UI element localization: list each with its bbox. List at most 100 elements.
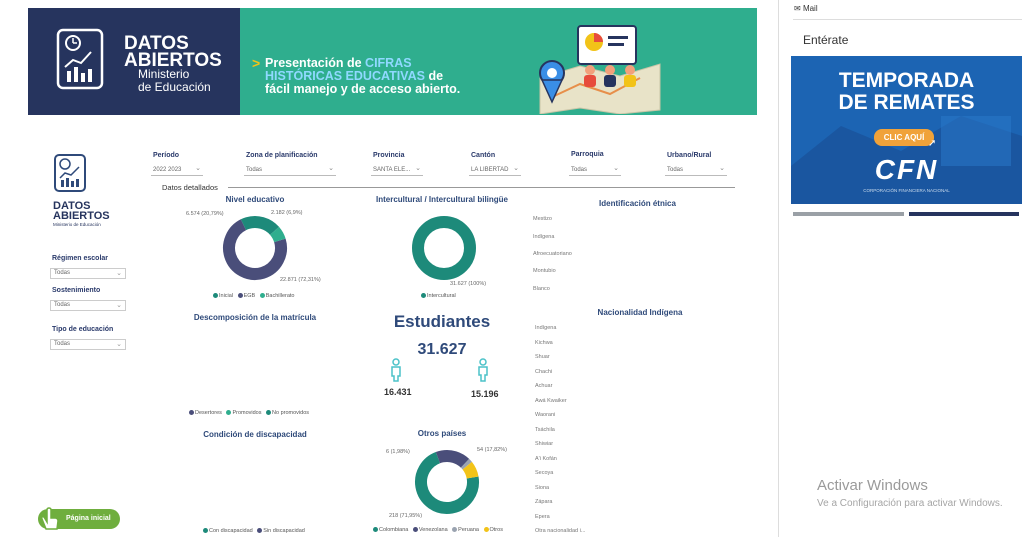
chevron-right-icon: > bbox=[252, 55, 261, 71]
chevron-down-icon: ⌄ bbox=[719, 165, 725, 172]
hand-pointer-icon bbox=[41, 507, 59, 530]
chevron-down-icon: ⌄ bbox=[415, 165, 421, 172]
side-logo-title-2: ABIERTOS bbox=[53, 210, 110, 222]
filter-parroquia-label: Parroquia bbox=[571, 151, 604, 158]
legend-dot-icon bbox=[412, 527, 418, 533]
intercultural-donut-chart bbox=[412, 216, 476, 280]
nivel-donut-chart bbox=[223, 216, 287, 280]
nacionalidad-item: Secoya bbox=[535, 470, 554, 476]
nacionalidad-item: Tsáchila bbox=[535, 426, 555, 433]
ad-cta-button[interactable]: CLIC AQUÍ bbox=[874, 129, 934, 146]
chevron-down-icon: ⌄ bbox=[116, 302, 122, 309]
ad-caption: CORPORACIÓN FINANCIERA NACIONAL bbox=[863, 188, 950, 193]
female-person-icon bbox=[391, 358, 401, 382]
chevron-down-icon: ⌄ bbox=[513, 165, 519, 172]
filter-provincia-label: Provincia bbox=[373, 152, 405, 159]
legend-dot-icon bbox=[203, 528, 208, 534]
intercultural-label: 31.627 (100%) bbox=[450, 281, 487, 287]
legend-dot-icon bbox=[189, 410, 194, 416]
filter-canton-select[interactable]: LA LIBERTAD ⌄ bbox=[469, 165, 521, 176]
discapacidad-title: Condición de discapacidad bbox=[203, 430, 307, 439]
legend-dot-icon bbox=[266, 410, 272, 416]
open-data-logo-icon bbox=[56, 28, 104, 90]
tipo-educacion-select[interactable]: Todas ⌄ bbox=[50, 339, 126, 350]
nacionalidad-item: Shiwiar bbox=[535, 441, 554, 447]
chevron-down-icon: ⌄ bbox=[116, 270, 122, 277]
legend-dot-icon bbox=[452, 527, 458, 533]
nacionalidad-item: Indígena bbox=[535, 325, 557, 331]
otros-label-a: 6 (1,98%) bbox=[386, 449, 410, 455]
nacionalidad-title: Nacionalidad Indígena bbox=[597, 308, 683, 317]
otros-title: Otros países bbox=[417, 429, 467, 438]
sostenimiento-select[interactable]: Todas ⌄ bbox=[50, 300, 126, 311]
filter-provincia-select[interactable]: SANTA ELE... ⌄ bbox=[371, 165, 423, 176]
nacionalidad-item: Waorani bbox=[535, 412, 556, 418]
ad-line-1: TEMPORADA bbox=[838, 69, 975, 92]
nacionalidad-item: Shuar bbox=[535, 354, 550, 360]
windows-watermark-title: Activar Windows bbox=[817, 477, 928, 494]
filter-canton-label: Cantón bbox=[471, 152, 496, 159]
filter-urbano-label: Urbano/Rural bbox=[667, 152, 712, 159]
legend-dot-icon bbox=[213, 293, 218, 299]
etnica-item: Blanco bbox=[533, 286, 550, 292]
estudiantes-total: 31.627 bbox=[417, 341, 467, 358]
nivel-title: Nivel educativo bbox=[225, 195, 285, 204]
nacionalidad-item: Kichwa bbox=[535, 339, 553, 346]
carousel-indicator[interactable] bbox=[793, 212, 904, 216]
side-logo-caption: Ministerio de Educación bbox=[53, 222, 101, 227]
chevron-down-icon: ⌄ bbox=[328, 165, 334, 172]
chevron-down-icon: ⌄ bbox=[116, 341, 122, 348]
descomposicion-legend: Desertores Promovidos No promovidos bbox=[186, 410, 309, 416]
otros-label-b: 54 (17,82%) bbox=[477, 447, 507, 453]
regimen-label: Régimen escolar bbox=[52, 255, 109, 262]
filter-parroquia-select[interactable]: Todas ⌄ bbox=[569, 165, 621, 176]
column-divider bbox=[778, 0, 779, 537]
legend-dot-icon bbox=[421, 293, 426, 299]
male-person-icon bbox=[478, 358, 488, 382]
intercultural-title: Intercultural / Intercultural bilingüe bbox=[375, 195, 508, 204]
estudiantes-female: 16.431 bbox=[384, 387, 412, 397]
section-divider bbox=[228, 187, 735, 188]
divider bbox=[793, 19, 1022, 20]
legend-dot-icon bbox=[257, 528, 263, 534]
nivel-label-a: 6.574 (20,79%) bbox=[186, 211, 224, 217]
etnica-item: Indígena bbox=[533, 234, 555, 240]
nivel-label-b: 2.182 (6,9%) bbox=[271, 210, 303, 216]
banner-message: Presentación de CIFRAS HISTÓRICAS EDUCAT… bbox=[265, 56, 461, 96]
nacionalidad-item: A'i Kofán bbox=[535, 455, 557, 462]
otros-label-c: 218 (71,95%) bbox=[389, 513, 423, 519]
nacionalidad-item: Achuar bbox=[535, 383, 553, 389]
filter-zona-select[interactable]: Todas ⌄ bbox=[244, 165, 336, 176]
estudiantes-title: Estudiantes bbox=[393, 312, 491, 331]
chevron-down-icon: ⌄ bbox=[613, 165, 619, 172]
tipo-educacion-label: Tipo de educación bbox=[52, 326, 114, 333]
filter-periodo-label: Período bbox=[153, 152, 180, 159]
datos-detallados-label: Datos detallados bbox=[162, 183, 218, 192]
nacionalidad-item: Zápara bbox=[535, 499, 553, 505]
nacionalidad-item: Chachi bbox=[535, 368, 553, 375]
legend-dot-icon bbox=[259, 293, 265, 299]
enterate-label: Entérate bbox=[803, 33, 849, 47]
regimen-select[interactable]: Todas ⌄ bbox=[50, 268, 126, 279]
estudiantes-male: 15.196 bbox=[471, 389, 499, 399]
filter-urbano-select[interactable]: Todas ⌄ bbox=[665, 165, 727, 176]
legend-dot-icon bbox=[483, 527, 489, 533]
filter-periodo-select[interactable]: 2022 2023 ⌄ bbox=[151, 165, 203, 176]
mail-link[interactable]: ✉ Mail bbox=[794, 4, 818, 13]
ad-banner[interactable]: TEMPORADA DE REMATES CLIC AQUÍ ➚ CFN COR… bbox=[791, 56, 1022, 204]
nivel-label-c: 22.871 (72,31%) bbox=[280, 277, 321, 283]
etnica-item: Afroecuatoriano bbox=[533, 251, 572, 257]
legend-dot-icon bbox=[373, 527, 378, 533]
carousel-indicator-active[interactable] bbox=[909, 212, 1019, 216]
otros-donut-chart bbox=[415, 450, 479, 514]
nacionalidad-item: Epera bbox=[535, 513, 550, 520]
ad-line-2: DE REMATES bbox=[838, 91, 975, 114]
sostenimiento-label: Sostenimiento bbox=[52, 287, 101, 294]
chevron-down-icon: ⌄ bbox=[195, 165, 201, 172]
intercultural-legend: Intercultural bbox=[418, 293, 456, 299]
banner-subtitle-2: de Educación bbox=[138, 80, 211, 94]
envelope-icon: ✉ bbox=[794, 4, 803, 13]
nacionalidad-item: Awá Kwaiker bbox=[535, 397, 567, 404]
etnica-title: Identificación étnica bbox=[599, 199, 676, 208]
nacionalidad-item: Siona bbox=[535, 484, 550, 491]
